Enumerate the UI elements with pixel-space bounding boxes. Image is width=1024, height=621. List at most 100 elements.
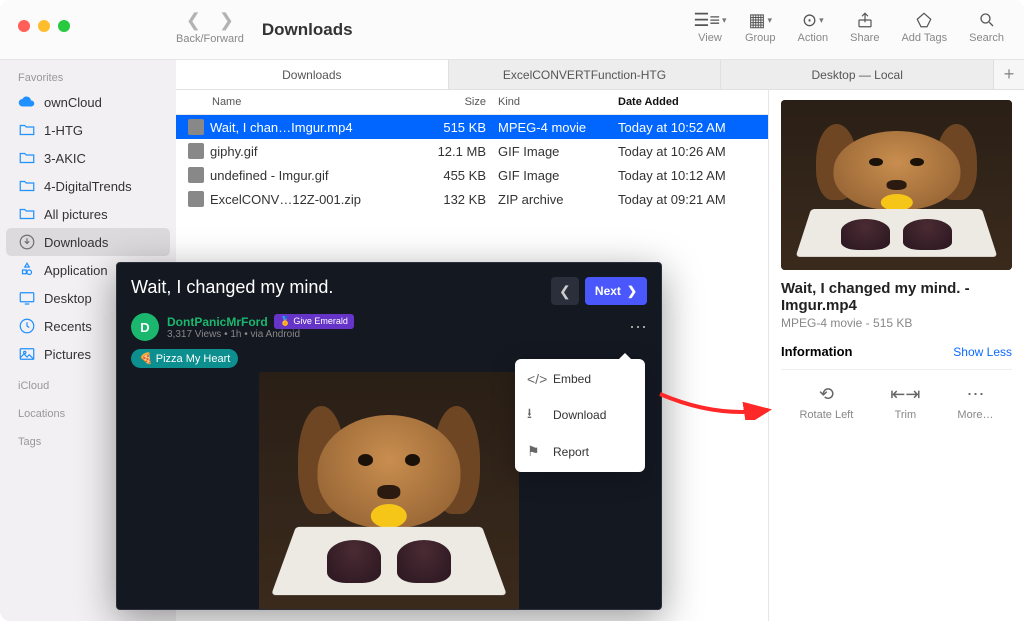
file-date: Today at 10:26 AM [618, 144, 768, 159]
embed-menu-item[interactable]: </>Embed [515, 363, 645, 395]
file-size: 12.1 MB [412, 144, 498, 159]
file-name: Wait, I chan…Imgur.mp4 [210, 120, 353, 135]
sidebar-item-downloads[interactable]: Downloads [6, 228, 170, 256]
file-row[interactable]: ExcelCONV…12Z-001.zip 132 KB ZIP archive… [176, 187, 768, 211]
col-size[interactable]: Size [412, 96, 498, 108]
report-icon: ⚑ [527, 443, 543, 460]
imgur-title: Wait, I changed my mind. [131, 277, 333, 298]
info-label: Information [781, 344, 853, 359]
file-date: Today at 10:12 AM [618, 168, 768, 183]
window-traffic-lights[interactable] [0, 0, 176, 59]
sidebar-item-3-akic[interactable]: 3-AKIC [0, 144, 176, 172]
sidebar-item-4-digitaltrends[interactable]: 4-DigitalTrends [0, 172, 176, 200]
col-kind[interactable]: Kind [498, 96, 618, 108]
tab-bar: DownloadsExcelCONVERTFunction-HTGDesktop… [176, 60, 1024, 90]
file-kind: GIF Image [498, 144, 618, 159]
imgur-overlay: Wait, I changed my mind. ❮ Next❯ D DontP… [116, 262, 662, 610]
file-row[interactable]: giphy.gif 12.1 MB GIF Image Today at 10:… [176, 139, 768, 163]
cloud-icon [18, 93, 36, 111]
sidebar-item-all-pictures[interactable]: All pictures [0, 200, 176, 228]
avatar[interactable]: D [131, 313, 159, 341]
sidebar-item-label: All pictures [44, 207, 108, 222]
file-kind: MPEG-4 movie [498, 120, 618, 135]
tab-excelconvertfunction-htg[interactable]: ExcelCONVERTFunction-HTG [449, 60, 722, 89]
file-row[interactable]: Wait, I chan…Imgur.mp4 515 KB MPEG-4 mov… [176, 115, 768, 139]
tab-desktop-local[interactable]: Desktop — Local [721, 60, 994, 89]
more-icon: ⋯ [966, 384, 984, 405]
preview-panel: Wait, I changed my mind. - Imgur.mp4 MPE… [768, 90, 1024, 621]
imgur-user-sub: 3,317 Views • 1h • via Android [167, 329, 354, 340]
minimize-window-icon[interactable] [38, 20, 50, 32]
trim-icon: ⇤⇥ [890, 384, 920, 405]
column-headers[interactable]: Name Size Kind Date Added [176, 90, 768, 115]
download-menu-item[interactable]: ⭳Download [515, 395, 645, 435]
share-button[interactable]: Share [850, 10, 879, 59]
new-tab-button[interactable]: + [994, 60, 1024, 89]
file-date: Today at 09:21 AM [618, 192, 768, 207]
sidebar-item-label: Recents [44, 319, 92, 334]
nav-back-forward[interactable]: ❮ ❯ Back/Forward [176, 0, 244, 59]
file-icon [188, 143, 204, 159]
file-name: undefined - Imgur.gif [210, 168, 329, 183]
sidebar-item-1-htg[interactable]: 1-HTG [0, 116, 176, 144]
file-icon [188, 191, 204, 207]
file-row[interactable]: undefined - Imgur.gif 455 KB GIF Image T… [176, 163, 768, 187]
preview-title: Wait, I changed my mind. - Imgur.mp4 [781, 280, 1012, 314]
sidebar-item-label: Desktop [44, 291, 92, 306]
file-date: Today at 10:52 AM [618, 120, 768, 135]
sidebar-item-label: Pictures [44, 347, 91, 362]
apps-icon [18, 261, 36, 279]
download-icon: ⭳ [527, 403, 543, 427]
tab-downloads[interactable]: Downloads [176, 60, 449, 89]
action-button[interactable]: ⊙▾ Action [798, 10, 829, 59]
file-size: 455 KB [412, 168, 498, 183]
search-button[interactable]: Search [969, 10, 1004, 59]
trim-button[interactable]: ⇤⇥Trim [890, 384, 920, 421]
sidebar-item-label: Application [44, 263, 108, 278]
sidebar-item-label: 3-AKIC [44, 151, 86, 166]
imgur-post-media[interactable] [259, 372, 519, 610]
imgur-share-menu: </>Embed ⭳Download ⚑Report [515, 359, 645, 472]
show-less-button[interactable]: Show Less [953, 345, 1012, 359]
clock-icon [18, 317, 36, 335]
col-name[interactable]: Name [176, 96, 412, 108]
sidebar-item-owncloud[interactable]: ownCloud [0, 88, 176, 116]
group-button[interactable]: ▦▾ Group [745, 10, 776, 59]
back-icon[interactable]: ❮ [186, 10, 201, 31]
close-window-icon[interactable] [18, 20, 30, 32]
view-button[interactable]: ☰≡▾ View [697, 10, 723, 59]
imgur-tag[interactable]: 🍕 Pizza My Heart [131, 349, 238, 368]
tag-icon [911, 10, 937, 30]
preview-thumbnail[interactable] [781, 100, 1012, 270]
file-name: giphy.gif [210, 144, 257, 159]
imgur-prev-button[interactable]: ❮ [551, 277, 579, 305]
imgur-next-button[interactable]: Next❯ [585, 277, 647, 305]
imgur-more-button[interactable]: ⋯ [629, 317, 647, 338]
rotate-left-button[interactable]: ⟲Rotate Left [799, 384, 853, 421]
maximize-window-icon[interactable] [58, 20, 70, 32]
file-name: ExcelCONV…12Z-001.zip [210, 192, 361, 207]
file-size: 515 KB [412, 120, 498, 135]
download-circle-icon [18, 233, 36, 251]
folder-icon [18, 149, 36, 167]
file-size: 132 KB [412, 192, 498, 207]
page-title: Downloads [244, 0, 697, 59]
sidebar-section-favorites: Favorites [0, 60, 176, 88]
rotate-icon: ⟲ [819, 384, 834, 405]
file-icon [188, 167, 204, 183]
folder-icon [18, 177, 36, 195]
file-kind: ZIP archive [498, 192, 618, 207]
sidebar-item-label: 1-HTG [44, 123, 83, 138]
file-kind: GIF Image [498, 168, 618, 183]
image-icon [18, 345, 36, 363]
col-date[interactable]: Date Added [618, 96, 768, 108]
grid-icon: ▦▾ [747, 10, 773, 30]
forward-icon[interactable]: ❯ [219, 10, 234, 31]
nav-label: Back/Forward [176, 33, 244, 45]
search-icon [974, 10, 1000, 30]
report-menu-item[interactable]: ⚑Report [515, 435, 645, 468]
more-button[interactable]: ⋯More… [957, 384, 993, 421]
add-tags-button[interactable]: Add Tags [901, 10, 947, 59]
give-emerald-button[interactable]: 🏅 Give Emerald [274, 314, 354, 329]
imgur-username[interactable]: DontPanicMrFord [167, 315, 268, 329]
